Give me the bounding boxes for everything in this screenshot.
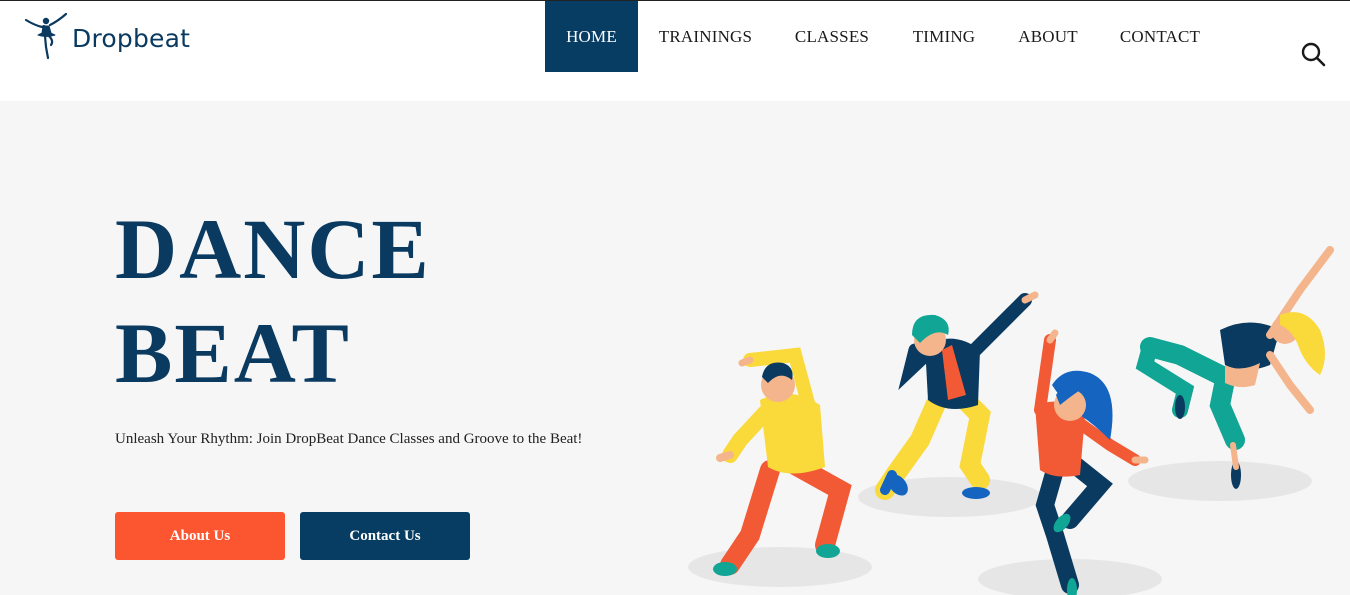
main-nav: HOME TRAININGS CLASSES TIMING ABOUT CONT…: [545, 1, 1221, 72]
nav-item-timing[interactable]: TIMING: [891, 1, 997, 72]
dancer-yellow: [713, 347, 852, 576]
site-header: Dropbeat HOME TRAININGS CLASSES TIMING A…: [0, 1, 1350, 101]
dancer-blue-hair: [1034, 329, 1149, 595]
ballerina-icon: [24, 12, 68, 60]
contact-us-button[interactable]: Contact Us: [300, 512, 470, 560]
hero-title-line2: BEAT: [115, 305, 351, 401]
nav-item-home[interactable]: HOME: [545, 1, 638, 72]
hero-title-line1: DANCE: [115, 201, 431, 297]
hero-tagline: Unleash Your Rhythm: Join DropBeat Dance…: [115, 431, 583, 447]
search-icon: [1301, 42, 1326, 67]
about-us-button[interactable]: About Us: [115, 512, 285, 560]
brand-name: Dropbeat: [72, 23, 191, 53]
dancers-illustration: [688, 246, 1334, 595]
dancer-navy-jacket: [875, 291, 1039, 500]
nav-item-trainings[interactable]: TRAININGS: [638, 1, 773, 72]
hero-title: DANCE BEAT: [115, 197, 431, 405]
nav-item-contact[interactable]: CONTACT: [1099, 1, 1221, 72]
nav-item-classes[interactable]: CLASSES: [773, 1, 891, 72]
nav-item-about[interactable]: ABOUT: [997, 1, 1099, 72]
brand-logo[interactable]: Dropbeat: [24, 11, 190, 61]
dancer-blonde: [1135, 246, 1334, 489]
search-button[interactable]: [1300, 41, 1326, 67]
